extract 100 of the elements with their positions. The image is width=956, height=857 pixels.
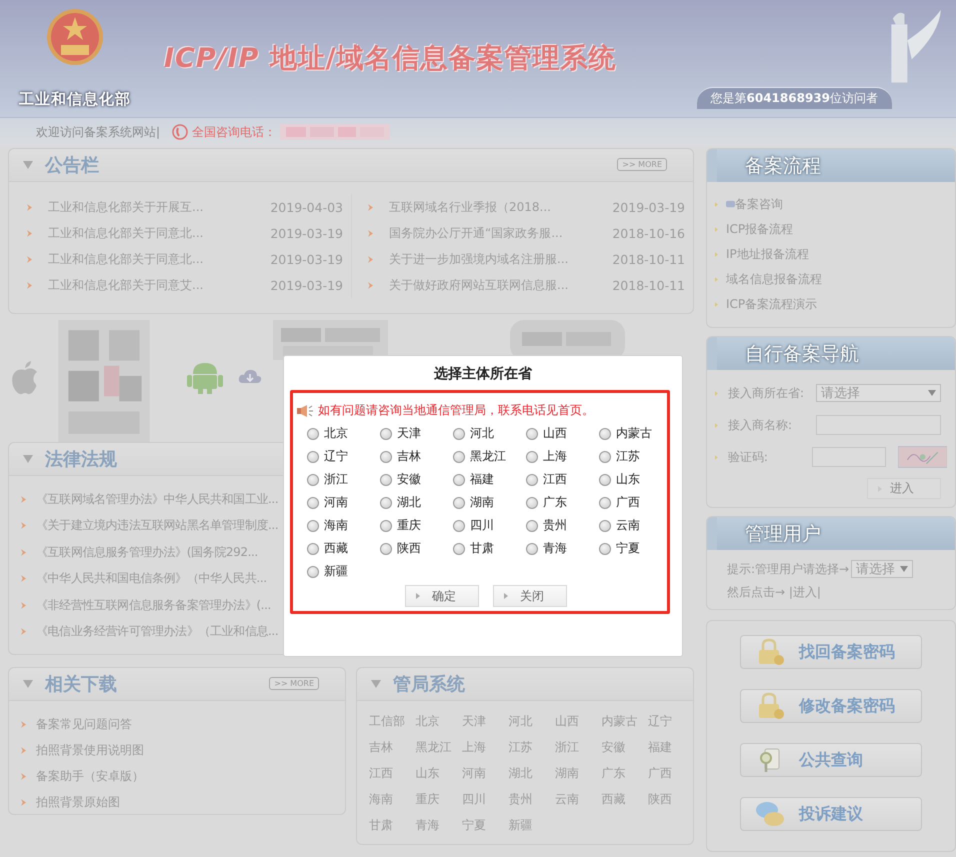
radio-button[interactable] <box>526 520 538 532</box>
radio-button[interactable] <box>453 542 465 554</box>
radio-button[interactable] <box>380 520 392 532</box>
bureau-link[interactable]: 工信部 <box>369 713 416 729</box>
radio-button[interactable] <box>526 542 538 554</box>
action-button[interactable]: 公共查询 <box>740 743 922 777</box>
action-button[interactable]: 投诉建议 <box>740 797 922 831</box>
bureau-link[interactable]: 重庆 <box>416 791 462 807</box>
bureau-link[interactable]: 湖北 <box>508 765 555 781</box>
province-label[interactable]: 四川 <box>470 517 494 534</box>
notice-link[interactable]: 关于进一步加强境内域名注册服... <box>389 250 596 268</box>
bureau-link[interactable]: 河南 <box>462 765 508 781</box>
flow-link[interactable]: ICP报备流程 <box>726 221 794 238</box>
radio-button[interactable] <box>307 520 319 532</box>
bureau-link[interactable]: 甘肃 <box>369 817 416 833</box>
law-link[interactable]: 《关于建立境内违法互联网站黑名单管理制度... <box>36 517 278 534</box>
bureau-link[interactable]: 上海 <box>462 739 508 755</box>
radio-button[interactable] <box>599 542 611 554</box>
radio-button[interactable] <box>526 474 538 486</box>
radio-button[interactable] <box>453 474 465 486</box>
download-link[interactable]: 备案助手（安卓版） <box>36 768 144 784</box>
bureau-link[interactable]: 四川 <box>462 791 508 807</box>
flow-link[interactable]: 备案咨询 <box>735 196 783 213</box>
download-link[interactable]: 拍照背景原始图 <box>36 794 120 810</box>
radio-button[interactable] <box>453 428 465 440</box>
radio-button[interactable] <box>307 428 319 440</box>
province-label[interactable]: 辽宁 <box>324 448 348 465</box>
radio-button[interactable] <box>307 450 319 462</box>
download-link[interactable]: 拍照背景使用说明图 <box>36 742 144 758</box>
radio-button[interactable] <box>380 450 392 462</box>
input-field[interactable] <box>816 415 941 435</box>
input-field[interactable] <box>812 447 886 467</box>
province-label[interactable]: 福建 <box>470 471 494 488</box>
province-label[interactable]: 黑龙江 <box>470 448 506 465</box>
radio-button[interactable] <box>599 428 611 440</box>
radio-button[interactable] <box>599 450 611 462</box>
province-label[interactable]: 山西 <box>543 425 567 442</box>
province-label[interactable]: 河北 <box>470 425 494 442</box>
user-type-select[interactable]: 请选择 <box>851 560 914 578</box>
radio-button[interactable] <box>307 566 319 578</box>
province-label[interactable]: 陕西 <box>397 540 421 557</box>
law-link[interactable]: 《非经营性互联网信息服务备案管理办法》(... <box>36 596 271 614</box>
radio-button[interactable] <box>307 542 319 554</box>
notice-link[interactable]: 互联网域名行业季报（2018... <box>389 198 596 216</box>
province-label[interactable]: 江苏 <box>616 448 640 465</box>
radio-button[interactable] <box>307 496 319 508</box>
download-link[interactable]: 备案常见问题问答 <box>36 716 132 732</box>
law-link[interactable]: 《中华人民共和国电信条例》（中华人民共... <box>36 570 267 588</box>
bureau-link[interactable]: 广西 <box>648 765 694 781</box>
more-button[interactable]: >> MORE <box>617 158 667 171</box>
notice-link[interactable]: 工业和信息化部关于同意艾... <box>48 276 254 294</box>
province-label[interactable]: 海南 <box>324 517 348 534</box>
bureau-link[interactable]: 浙江 <box>555 739 602 755</box>
bureau-link[interactable]: 广东 <box>602 765 648 781</box>
province-label[interactable]: 青海 <box>543 540 567 557</box>
bureau-link[interactable]: 江苏 <box>508 739 555 755</box>
action-button[interactable]: 找回备案密码 <box>740 635 922 669</box>
bureau-link[interactable]: 福建 <box>648 739 694 755</box>
radio-button[interactable] <box>307 474 319 486</box>
law-link[interactable]: 《电信业务经营许可管理办法》（工业和信息... <box>36 623 278 640</box>
bureau-link[interactable]: 吉林 <box>369 739 416 755</box>
law-link[interactable]: 《互联网信息服务管理办法》(国务院292... <box>36 544 258 561</box>
flow-link[interactable]: 域名信息报备流程 <box>726 271 822 288</box>
province-label[interactable]: 广东 <box>543 494 567 511</box>
bureau-link[interactable]: 海南 <box>369 791 416 807</box>
province-label[interactable]: 安徽 <box>397 471 421 488</box>
radio-button[interactable] <box>380 428 392 440</box>
bureau-link[interactable]: 内蒙古 <box>602 713 648 729</box>
radio-button[interactable] <box>453 496 465 508</box>
bureau-link[interactable]: 新疆 <box>508 817 555 833</box>
province-label[interactable]: 山东 <box>616 471 640 488</box>
radio-button[interactable] <box>526 496 538 508</box>
notice-link[interactable]: 国务院办公厅开通“国家政务服... <box>389 224 596 242</box>
bureau-link[interactable]: 北京 <box>416 713 462 729</box>
bureau-link[interactable]: 贵州 <box>508 791 555 807</box>
bureau-link[interactable]: 黑龙江 <box>416 739 462 755</box>
radio-button[interactable] <box>380 474 392 486</box>
province-label[interactable]: 北京 <box>324 425 348 442</box>
bureau-link[interactable]: 天津 <box>462 713 508 729</box>
province-label[interactable]: 浙江 <box>324 471 348 488</box>
province-label[interactable]: 宁夏 <box>616 540 640 557</box>
notice-link[interactable]: 工业和信息化部关于开展互... <box>48 198 254 216</box>
bureau-link[interactable]: 安徽 <box>602 739 648 755</box>
radio-button[interactable] <box>599 520 611 532</box>
flow-link[interactable]: ICP备案流程演示 <box>726 296 818 313</box>
bureau-link[interactable]: 西藏 <box>602 791 648 807</box>
radio-button[interactable] <box>599 496 611 508</box>
province-label[interactable]: 贵州 <box>543 517 567 534</box>
bureau-link[interactable]: 宁夏 <box>462 817 508 833</box>
enter-button[interactable]: 进入 <box>867 478 941 499</box>
province-label[interactable]: 江西 <box>543 471 567 488</box>
confirm-button[interactable]: 确定 <box>405 585 479 607</box>
province-label[interactable]: 内蒙古 <box>616 425 652 442</box>
radio-button[interactable] <box>599 474 611 486</box>
province-label[interactable]: 重庆 <box>397 517 421 534</box>
notice-link[interactable]: 工业和信息化部关于同意北... <box>48 224 254 242</box>
close-button[interactable]: 关闭 <box>493 585 567 607</box>
bureau-link[interactable]: 青海 <box>416 817 462 833</box>
bureau-link[interactable]: 江西 <box>369 765 416 781</box>
bureau-link[interactable]: 山西 <box>555 713 602 729</box>
